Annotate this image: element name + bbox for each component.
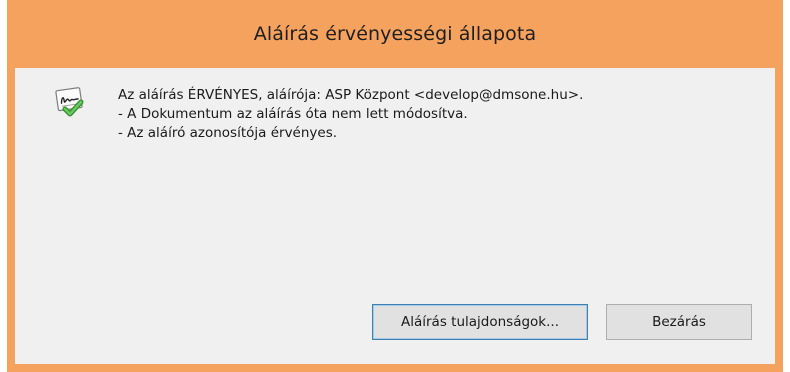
signature-properties-button[interactable]: Aláírás tulajdonságok... (372, 304, 588, 340)
signature-valid-icon (53, 85, 87, 119)
window-title[interactable]: Aláírás érvényességi állapota (7, 0, 783, 68)
status-line-document: - A Dokumentum az aláírás óta nem lett m… (118, 106, 468, 122)
status-line-validity: Az aláírás ÉRVÉNYES, aláírója: ASP Közpo… (118, 87, 584, 103)
signature-status-message: Az aláírás ÉRVÉNYES, aláírója: ASP Közpo… (118, 86, 583, 143)
dialog-window: Aláírás érvényességi állapota Az aláírás… (7, 0, 783, 372)
dialog-client-area: Az aláírás ÉRVÉNYES, aláírója: ASP Közpo… (15, 68, 775, 364)
status-line-signer-id: - Az aláíró azonosítója érvényes. (118, 125, 338, 141)
close-button[interactable]: Bezárás (606, 304, 752, 340)
